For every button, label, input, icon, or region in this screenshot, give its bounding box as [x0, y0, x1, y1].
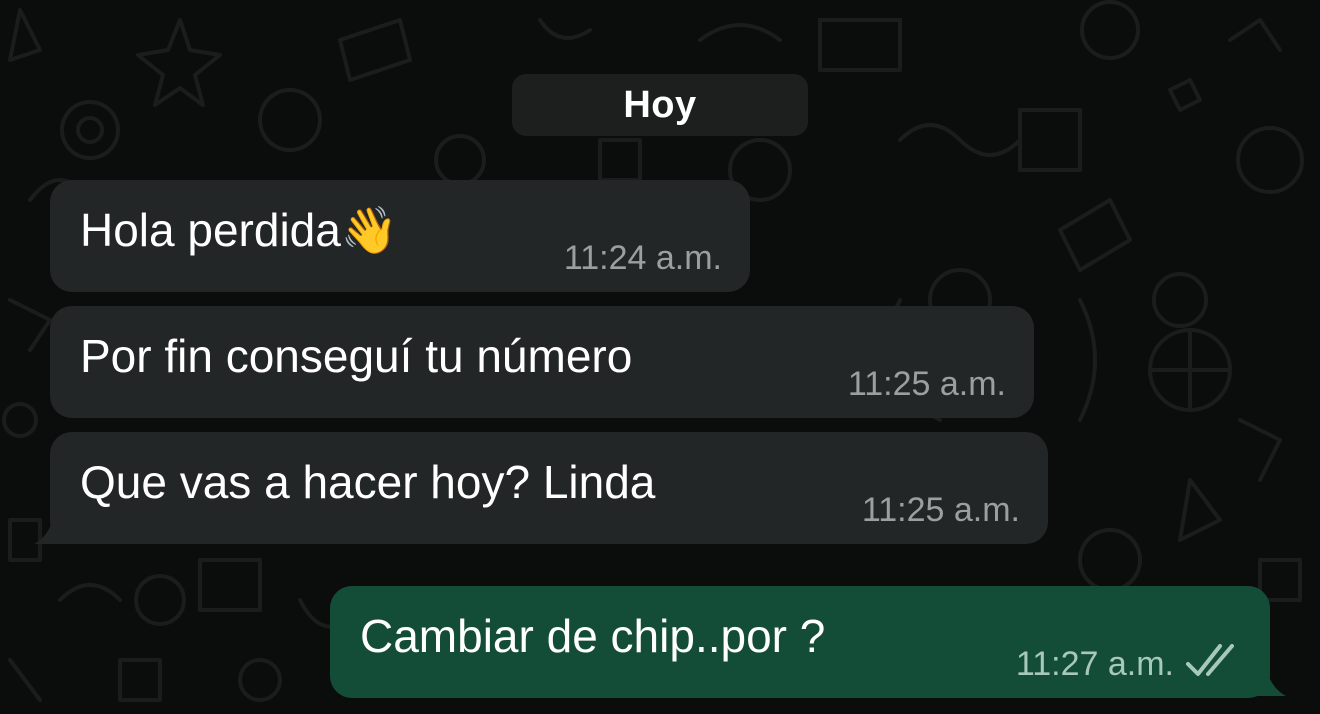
message-text: Por fin conseguí tu número	[80, 330, 633, 382]
message-timestamp: 11:27 a.m.	[1015, 645, 1174, 683]
outgoing-bubble-tail	[1250, 662, 1286, 696]
date-divider: Hoy	[512, 74, 808, 136]
double-check-icon	[1186, 644, 1234, 676]
incoming-message[interactable]: Hola perdida👋 11:24 a.m.	[50, 180, 750, 292]
incoming-message[interactable]: Por fin conseguí tu número 11:25 a.m.	[50, 306, 1034, 418]
message-text: Hola perdida	[80, 204, 341, 256]
outgoing-message[interactable]: Cambiar de chip..por ? 11:27 a.m.	[330, 586, 1270, 698]
message-timestamp: 11:24 a.m.	[563, 239, 722, 277]
incoming-bubble-tail	[34, 510, 70, 544]
date-divider-label: Hoy	[623, 83, 697, 126]
incoming-message[interactable]: Que vas a hacer hoy? Linda 11:25 a.m.	[50, 432, 1048, 544]
message-timestamp: 11:25 a.m.	[861, 491, 1020, 529]
message-text: Cambiar de chip..por ?	[360, 610, 826, 662]
message-text: Que vas a hacer hoy? Linda	[80, 456, 656, 508]
waving-hand-emoji: 👋	[340, 204, 399, 256]
message-timestamp: 11:25 a.m.	[847, 365, 1006, 403]
